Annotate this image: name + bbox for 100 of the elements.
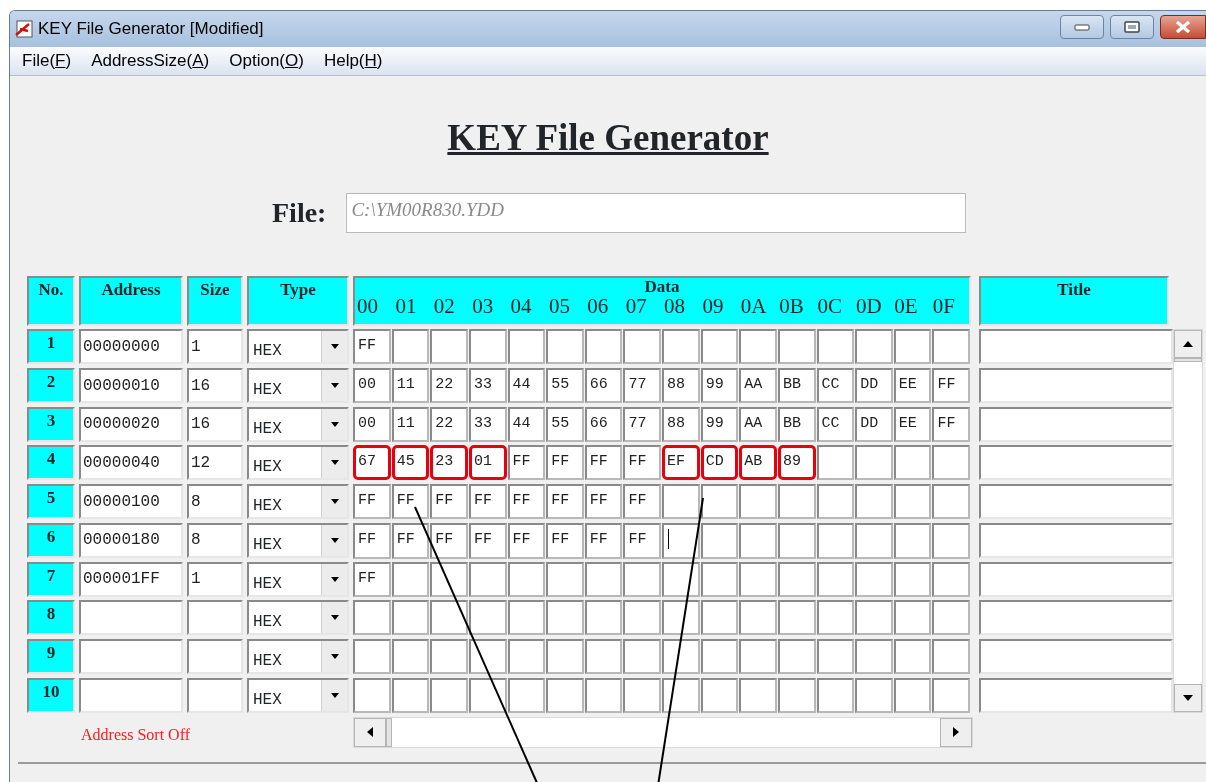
- data-cell[interactable]: 22: [430, 368, 468, 404]
- data-cell[interactable]: [893, 600, 932, 636]
- type-dropdown[interactable]: HEX: [247, 600, 349, 636]
- size-field[interactable]: 8: [187, 484, 243, 520]
- data-cell[interactable]: [391, 561, 430, 597]
- data-cell[interactable]: [932, 638, 970, 674]
- data-cell[interactable]: [932, 445, 970, 481]
- data-cell[interactable]: [662, 561, 700, 597]
- data-cell[interactable]: [855, 522, 893, 560]
- data-cell[interactable]: [893, 561, 932, 597]
- data-cell[interactable]: [507, 561, 546, 597]
- data-cell[interactable]: [739, 484, 777, 520]
- data-cell[interactable]: [584, 329, 623, 365]
- data-cell[interactable]: [584, 600, 623, 636]
- data-cell[interactable]: [353, 600, 391, 636]
- data-cell[interactable]: AA: [739, 406, 777, 442]
- data-cell[interactable]: FF: [546, 445, 584, 481]
- data-cell[interactable]: [893, 638, 932, 674]
- type-dropdown[interactable]: HEX: [247, 329, 349, 365]
- data-cell[interactable]: [662, 677, 700, 713]
- data-cell[interactable]: 55: [546, 368, 584, 404]
- data-cell[interactable]: [816, 561, 855, 597]
- data-cell[interactable]: [893, 522, 932, 560]
- size-field[interactable]: [187, 600, 243, 636]
- type-dropdown[interactable]: HEX: [247, 638, 349, 674]
- menu-item[interactable]: Option(O): [229, 48, 304, 74]
- data-cell[interactable]: 89: [777, 445, 816, 481]
- title-field[interactable]: [979, 484, 1173, 520]
- data-cell[interactable]: 99: [700, 406, 739, 442]
- data-cell[interactable]: FF: [584, 445, 623, 481]
- menu-item[interactable]: AddressSize(A): [91, 48, 210, 74]
- data-cell[interactable]: [739, 600, 777, 636]
- data-cell[interactable]: AA: [739, 368, 777, 404]
- address-field[interactable]: 000001FF: [79, 561, 183, 597]
- data-cell[interactable]: 77: [623, 368, 661, 404]
- data-cell[interactable]: [468, 638, 507, 674]
- size-field[interactable]: [187, 677, 243, 713]
- data-cell[interactable]: [507, 329, 546, 365]
- data-cell[interactable]: [430, 561, 468, 597]
- scroll-right-button[interactable]: [940, 717, 972, 747]
- data-cell[interactable]: FF: [430, 484, 468, 520]
- title-field[interactable]: [979, 600, 1173, 636]
- data-cell[interactable]: FF: [430, 522, 468, 560]
- data-cell[interactable]: DD: [855, 406, 893, 442]
- data-cell[interactable]: [893, 329, 932, 365]
- data-cell[interactable]: FF: [468, 484, 507, 520]
- data-cell[interactable]: CC: [816, 406, 855, 442]
- data-cell[interactable]: 88: [662, 368, 700, 404]
- data-cell[interactable]: FF: [932, 368, 970, 404]
- size-field[interactable]: 1: [187, 561, 243, 597]
- address-field[interactable]: 00000000: [79, 329, 183, 365]
- data-cell[interactable]: [700, 561, 739, 597]
- minimize-button[interactable]: [1060, 15, 1104, 39]
- type-dropdown[interactable]: HEX: [247, 522, 349, 558]
- data-cell[interactable]: BB: [777, 406, 816, 442]
- data-cell[interactable]: [855, 484, 893, 520]
- data-cell[interactable]: [700, 522, 739, 560]
- address-field[interactable]: 00000010: [79, 368, 183, 404]
- data-cell[interactable]: [391, 600, 430, 636]
- data-cell[interactable]: [623, 329, 661, 365]
- address-field[interactable]: 00000180: [79, 522, 183, 558]
- scrollbar-thumb[interactable]: [386, 717, 392, 747]
- address-field[interactable]: [79, 677, 183, 713]
- data-cell[interactable]: AB: [739, 445, 777, 481]
- title-field[interactable]: [979, 329, 1173, 365]
- maximize-button[interactable]: [1110, 15, 1154, 39]
- data-cell[interactable]: 55: [546, 406, 584, 442]
- data-cell[interactable]: [391, 329, 430, 365]
- data-cell[interactable]: [777, 561, 816, 597]
- data-cell[interactable]: 11: [391, 368, 430, 404]
- data-cell[interactable]: [623, 561, 661, 597]
- data-cell[interactable]: 22: [430, 406, 468, 442]
- data-cell[interactable]: [777, 484, 816, 520]
- size-field[interactable]: 8: [187, 522, 243, 558]
- scrollbar-thumb[interactable]: [1174, 358, 1202, 363]
- title-field[interactable]: [979, 445, 1173, 481]
- data-cell[interactable]: [468, 600, 507, 636]
- data-cell[interactable]: [468, 677, 507, 713]
- menu-item[interactable]: Help(H): [323, 48, 383, 74]
- scroll-left-button[interactable]: [354, 717, 386, 747]
- data-cell[interactable]: [700, 677, 739, 713]
- data-cell[interactable]: [777, 329, 816, 365]
- data-cell[interactable]: [739, 638, 777, 674]
- data-cell[interactable]: [507, 638, 546, 674]
- data-cell[interactable]: FF: [507, 445, 546, 481]
- type-dropdown[interactable]: HEX: [247, 677, 349, 713]
- data-cell[interactable]: 66: [584, 406, 623, 442]
- title-field[interactable]: [979, 677, 1173, 713]
- data-cell[interactable]: [816, 329, 855, 365]
- scroll-up-button[interactable]: [1174, 330, 1202, 359]
- data-cell[interactable]: FF: [584, 522, 623, 560]
- data-cell[interactable]: [932, 522, 970, 560]
- size-field[interactable]: 12: [187, 445, 243, 481]
- data-cell[interactable]: [893, 677, 932, 713]
- data-cell[interactable]: [932, 677, 970, 713]
- data-cell[interactable]: [662, 638, 700, 674]
- title-field[interactable]: [979, 406, 1173, 442]
- title-field[interactable]: [979, 368, 1173, 404]
- address-field[interactable]: 00000100: [79, 484, 183, 520]
- data-cell[interactable]: FF: [932, 406, 970, 442]
